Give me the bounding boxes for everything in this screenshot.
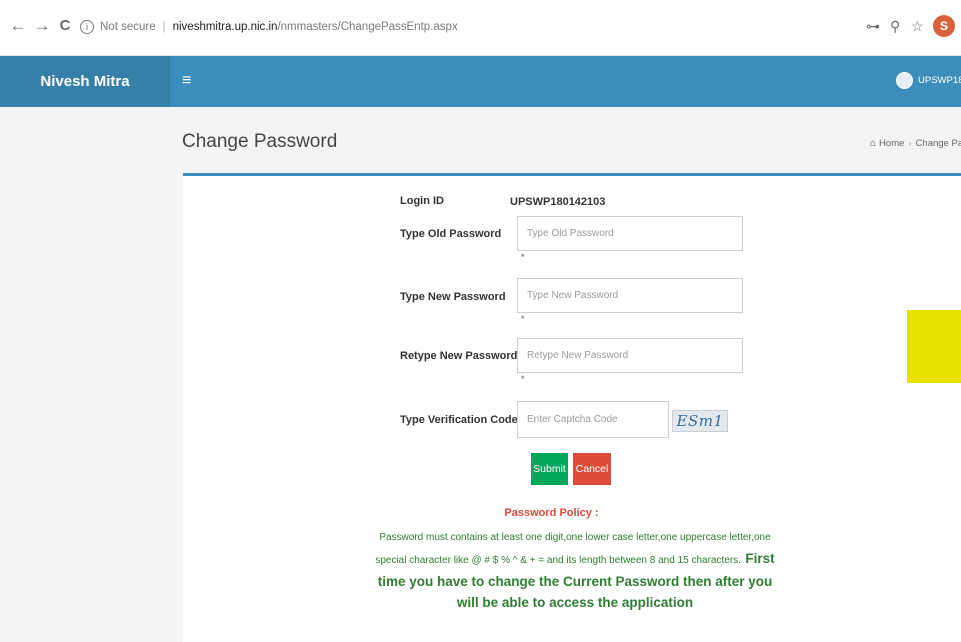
info-icon[interactable]: i [80, 20, 94, 34]
sidebar [0, 107, 170, 642]
captcha-image: ESm1 [672, 410, 728, 432]
home-icon: ⌂ [870, 138, 877, 149]
profile-avatar[interactable]: S [933, 15, 955, 37]
url-separator: | [162, 21, 166, 33]
breadcrumb-separator: › [908, 138, 912, 149]
zoom-icon[interactable]: ⚲ [890, 17, 900, 35]
browser-toolbar: ← → C i Not secure | niveshmitra.up.nic.… [0, 0, 961, 56]
user-name[interactable]: UPSWP1801 [918, 74, 961, 88]
menu-toggle-icon[interactable]: ≡ [182, 71, 191, 91]
captcha-field[interactable] [517, 401, 669, 438]
address-bar[interactable]: i Not secure | niveshmitra.up.nic.in /nm… [80, 15, 890, 39]
reload-icon[interactable]: C [56, 16, 74, 36]
old-password-field[interactable] [517, 216, 743, 251]
old-password-required: * [521, 252, 525, 262]
submit-button[interactable]: Submit [531, 453, 568, 485]
cancel-button[interactable]: Cancel [573, 453, 611, 485]
password-policy-rules: Password must contains at least one digi… [375, 532, 771, 566]
retype-password-label: Retype New Password [400, 350, 518, 362]
back-icon[interactable]: ← [9, 16, 27, 36]
retype-password-required: * [521, 374, 525, 384]
brand-logo[interactable]: Nivesh Mitra [0, 56, 170, 107]
url-path: /nmmasters/ChangePassEntp.aspx [277, 21, 458, 33]
password-policy-text: Password must contains at least one digi… [366, 525, 784, 613]
login-id-label: Login ID [400, 195, 444, 207]
breadcrumb-current: Change Pass [915, 138, 961, 149]
forward-icon[interactable]: → [33, 16, 51, 36]
new-password-required: * [521, 314, 525, 324]
new-password-field[interactable] [517, 278, 743, 313]
app-header: Nivesh Mitra ≡ UPSWP1801 [0, 56, 961, 107]
bookmark-star-icon[interactable]: ☆ [911, 17, 924, 35]
page-title: Change Password [182, 131, 338, 152]
retype-password-field[interactable] [517, 338, 743, 373]
user-avatar[interactable] [896, 72, 913, 89]
not-secure-label: Not secure [100, 21, 156, 33]
content-header: Change Password ⌂ Home › Change Pass [170, 107, 961, 173]
breadcrumb: ⌂ Home › Change Pass [870, 138, 961, 149]
url-host: niveshmitra.up.nic.in [172, 21, 278, 33]
login-id-value: UPSWP180142103 [510, 196, 606, 208]
highlight-marker [907, 310, 961, 383]
captcha-label: Type Verification Code [400, 414, 518, 426]
password-policy-title: Password Policy : [504, 507, 599, 519]
password-key-icon[interactable]: ⊶ [866, 17, 880, 35]
new-password-label: Type New Password [400, 291, 506, 303]
old-password-label: Type Old Password [400, 228, 502, 240]
breadcrumb-home[interactable]: Home [879, 138, 904, 149]
